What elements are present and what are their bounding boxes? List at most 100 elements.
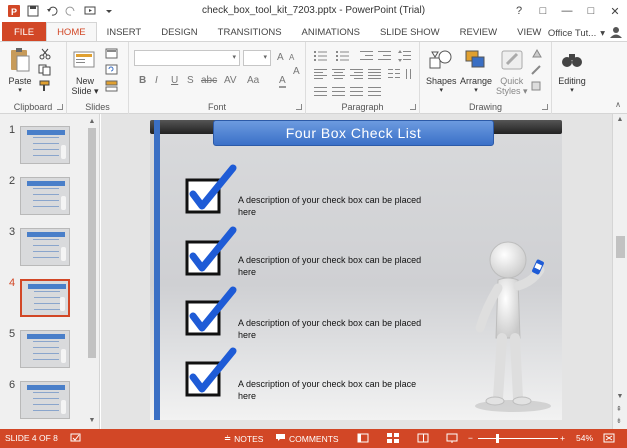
normal-view-icon[interactable] (357, 433, 369, 443)
tab-transitions[interactable]: TRANSITIONS (208, 22, 292, 42)
scroll-down-icon[interactable]: ▼ (88, 417, 96, 425)
format-painter-icon[interactable] (38, 80, 52, 92)
collapse-ribbon-icon[interactable]: ∧ (615, 100, 621, 109)
scroll-down-icon[interactable]: ▼ (616, 393, 624, 401)
font-color-button[interactable]: A (279, 75, 286, 88)
italic-button[interactable]: I (155, 75, 158, 86)
align-right-icon[interactable] (350, 68, 364, 80)
redo-icon[interactable] (63, 3, 79, 19)
shape-fill-icon[interactable] (530, 48, 544, 60)
underline-button[interactable]: U (171, 75, 178, 86)
notes-button[interactable]: ≐ NOTES (224, 433, 263, 444)
shape-outline-icon[interactable] (530, 64, 544, 76)
font-dialog-launcher[interactable] (296, 104, 302, 110)
copy-icon[interactable] (38, 64, 52, 76)
convert-smartart-icon[interactable] (368, 86, 382, 98)
spellcheck-icon[interactable] (70, 433, 82, 443)
reading-view-icon[interactable] (417, 433, 429, 443)
slide-sorter-icon[interactable] (387, 433, 399, 443)
customize-qat-icon[interactable] (101, 3, 117, 19)
scrollbar-thumb[interactable] (616, 236, 625, 258)
scroll-up-icon[interactable]: ▲ (88, 118, 96, 126)
start-slideshow-icon[interactable] (82, 3, 98, 19)
paste-button[interactable]: Paste ▾ (6, 46, 34, 94)
fit-to-window-icon[interactable] (603, 433, 615, 443)
tab-review[interactable]: REVIEW (450, 22, 507, 42)
clear-formatting-button[interactable]: A (293, 66, 300, 77)
change-case-button[interactable]: Aa (247, 75, 259, 86)
ribbon-display-button[interactable]: □ (531, 5, 555, 17)
layout-icon[interactable] (105, 48, 119, 60)
bold-button[interactable]: B (139, 75, 146, 86)
justify-icon[interactable] (368, 68, 382, 80)
slide-thumbnail-6[interactable] (20, 381, 70, 419)
align-text-icon[interactable] (314, 86, 328, 98)
account-menu[interactable]: Office Tut... ▾ (548, 26, 623, 41)
shapes-button[interactable]: Shapes ▾ (426, 46, 457, 94)
undo-icon[interactable] (44, 3, 60, 19)
scroll-up-icon[interactable]: ▲ (616, 116, 624, 124)
slide-canvas[interactable]: Four Box Check List A description of you… (150, 120, 562, 420)
slide-thumbnail-5[interactable] (20, 330, 70, 368)
shape-effects-icon[interactable] (530, 80, 544, 92)
zoom-slider-thumb[interactable] (496, 434, 499, 443)
quick-styles-button[interactable]: Quick Styles ▾ (496, 46, 528, 97)
reset-icon[interactable] (105, 64, 119, 76)
close-button[interactable]: ✕ (603, 5, 627, 18)
tab-design[interactable]: DESIGN (151, 22, 207, 42)
smartart-icon[interactable] (332, 86, 346, 98)
tab-animations[interactable]: ANIMATIONS (292, 22, 370, 42)
drawing-dialog-launcher[interactable] (542, 104, 548, 110)
distribute-icon[interactable] (350, 86, 364, 98)
slide-thumbnail-1[interactable] (20, 126, 70, 164)
new-slide-button[interactable]: New Slide ▾ (71, 46, 99, 97)
checklist-item-3[interactable]: A description of your check box can be p… (238, 317, 438, 341)
line-spacing-icon[interactable] (398, 50, 412, 62)
slide-thumbnail-4[interactable] (20, 279, 70, 317)
stick-figure-with-marker-image[interactable] (468, 238, 558, 416)
strikethrough-button[interactable]: abc (201, 75, 217, 86)
tab-slide-show[interactable]: SLIDE SHOW (370, 22, 450, 42)
scrollbar-thumb[interactable] (88, 128, 96, 358)
paragraph-dialog-launcher[interactable] (410, 104, 416, 110)
slide-title[interactable]: Four Box Check List (213, 120, 494, 146)
zoom-out-button[interactable]: − (468, 433, 473, 443)
tab-file[interactable]: FILE (2, 22, 47, 42)
tab-home[interactable]: HOME (46, 22, 97, 42)
slide-thumbnail-3[interactable] (20, 228, 70, 266)
font-name-combobox[interactable]: ▾ (134, 50, 240, 66)
zoom-level[interactable]: 54% (576, 433, 593, 443)
columns-icon[interactable] (388, 68, 402, 80)
comments-button[interactable]: COMMENTS (275, 433, 339, 444)
align-left-icon[interactable] (314, 68, 328, 80)
tab-view[interactable]: VIEW (507, 22, 551, 42)
checklist-item-2[interactable]: A description of your check box can be p… (238, 254, 438, 278)
checklist-item-4[interactable]: A description of your check box can be p… (238, 378, 428, 402)
align-center-icon[interactable] (332, 68, 346, 80)
section-icon[interactable] (105, 80, 119, 92)
text-direction-icon[interactable] (404, 68, 418, 80)
slideshow-view-icon[interactable] (446, 433, 458, 443)
shrink-font-button[interactable]: A (289, 53, 294, 62)
arrange-button[interactable]: Arrange ▾ (460, 46, 492, 94)
minimize-button[interactable]: — (555, 5, 579, 17)
slide-thumbnail-2[interactable] (20, 177, 70, 215)
checklist-item-1[interactable]: A description of your check box can be p… (238, 194, 438, 218)
character-spacing-button[interactable]: AV (224, 75, 237, 86)
maximize-button[interactable]: □ (579, 5, 603, 17)
clipboard-dialog-launcher[interactable] (57, 104, 63, 110)
tab-insert[interactable]: INSERT (97, 22, 152, 42)
slide-scrollbar[interactable]: ▲ ▼ ⇞ ⇟ (612, 114, 627, 429)
save-icon[interactable] (25, 3, 41, 19)
next-slide-icon[interactable]: ⇟ (616, 417, 622, 425)
bullets-icon[interactable] (314, 50, 328, 62)
font-size-combobox[interactable]: ▾ (243, 50, 271, 66)
grow-font-button[interactable]: A (277, 52, 284, 63)
zoom-in-button[interactable]: + (560, 433, 565, 443)
decrease-indent-icon[interactable] (360, 50, 374, 62)
editing-button[interactable]: Editing ▾ (558, 46, 586, 94)
cut-icon[interactable] (38, 48, 52, 60)
zoom-slider-track[interactable] (478, 438, 558, 439)
numbering-icon[interactable] (336, 50, 350, 62)
thumbnail-scrollbar[interactable]: ▲ ▼ (87, 116, 97, 427)
